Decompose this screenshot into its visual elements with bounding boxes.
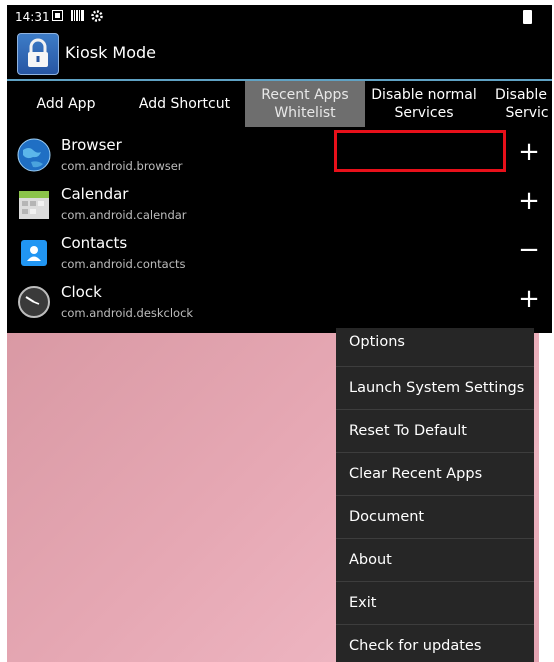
add-button[interactable]: + (516, 284, 542, 314)
tab-label: Disable c Servic (495, 87, 552, 121)
menu-item-launch-system-settings[interactable]: Launch System Settings (336, 367, 534, 410)
barcode-icon (71, 10, 84, 24)
tab-disable-other-services[interactable]: Disable c Servic (483, 81, 552, 127)
app-row-contacts[interactable]: Contacts com.android.contacts − (7, 227, 552, 276)
menu-item-exit[interactable]: Exit (336, 582, 534, 625)
screen-edge (539, 333, 552, 662)
app-name: Clock (61, 283, 102, 301)
app-package: com.android.browser (61, 159, 183, 173)
app-package: com.android.deskclock (61, 306, 194, 320)
battery-icon (523, 10, 532, 24)
app-title: Kiosk Mode (65, 43, 157, 62)
tab-disable-normal-services[interactable]: Disable normal Services (365, 81, 483, 127)
menu-item-check-for-updates[interactable]: Check for updates (336, 625, 534, 662)
menu-item-clear-recent-apps[interactable]: Clear Recent Apps (336, 453, 534, 496)
device-screen: 14:31 Kiosk Mode Add App Add Shortcut Re… (7, 5, 552, 662)
tab-recent-apps-whitelist[interactable]: Recent Apps Whitelist (245, 81, 365, 127)
menu-item-about[interactable]: About (336, 539, 534, 582)
clock-icon (17, 285, 51, 319)
tab-bar: Add App Add Shortcut Recent Apps Whiteli… (7, 81, 552, 127)
lock-icon (17, 33, 59, 75)
app-package: com.android.contacts (61, 257, 186, 271)
add-button[interactable]: + (516, 137, 542, 167)
status-bar: 14:31 (7, 5, 552, 29)
status-time: 14:31 (15, 10, 50, 24)
menu-item-document[interactable]: Document (336, 496, 534, 539)
menu-item-options[interactable]: Options (336, 328, 534, 367)
app-bar: Kiosk Mode (7, 29, 552, 81)
contacts-icon (17, 236, 51, 270)
globe-icon (17, 138, 51, 172)
add-button[interactable]: + (516, 186, 542, 216)
notification-icon (52, 10, 63, 24)
highlight-box (334, 130, 506, 172)
app-row-clock[interactable]: Clock com.android.deskclock + (7, 276, 552, 325)
menu-item-reset-to-default[interactable]: Reset To Default (336, 410, 534, 453)
tab-add-shortcut[interactable]: Add Shortcut (125, 81, 244, 127)
app-name: Calendar (61, 185, 129, 203)
app-package: com.android.calendar (61, 208, 187, 222)
overflow-menu: Options Launch System Settings Reset To … (336, 328, 534, 662)
calendar-icon (17, 187, 51, 221)
tab-label: Add Shortcut (138, 96, 231, 112)
app-name: Browser (61, 136, 122, 154)
tab-add-app[interactable]: Add App (7, 81, 125, 127)
tab-label: Recent Apps Whitelist (261, 87, 349, 121)
app-name: Contacts (61, 234, 128, 252)
tab-label: Disable normal Services (371, 87, 477, 121)
tab-label: Add App (36, 96, 96, 112)
settings-icon (91, 10, 103, 25)
remove-button[interactable]: − (516, 235, 542, 265)
app-row-calendar[interactable]: Calendar com.android.calendar + (7, 178, 552, 227)
